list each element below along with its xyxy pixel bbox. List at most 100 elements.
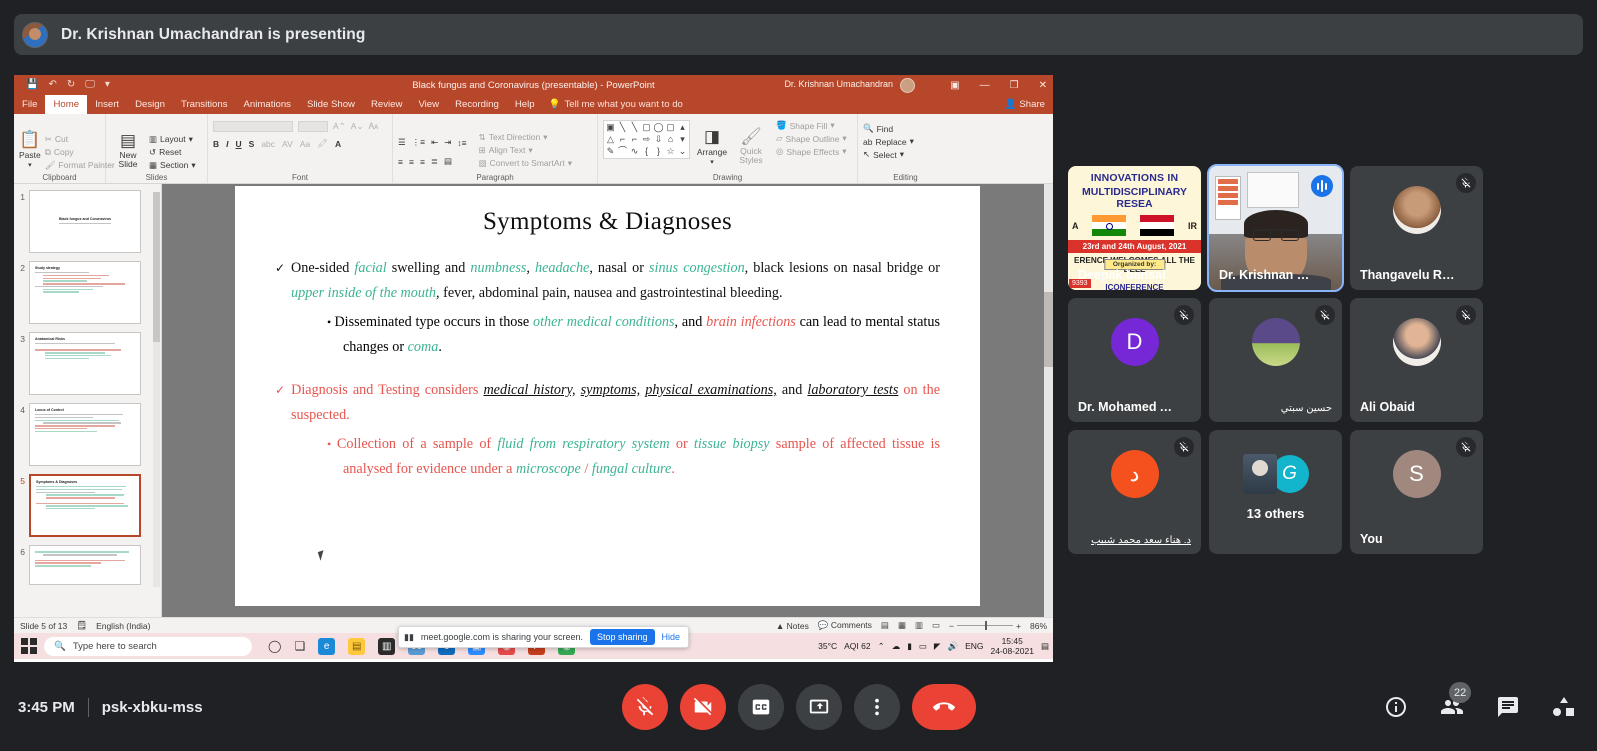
textbox-shape-icon[interactable]: ▣ — [605, 122, 616, 133]
reset-button[interactable]: ↺ Reset — [149, 147, 196, 158]
cortana-icon[interactable]: ◯ — [268, 639, 281, 653]
thumbnail-slide-5[interactable]: Symptoms & Diagnoses — [29, 474, 141, 537]
thumbnail-row-3[interactable]: 3 Anatomical Risks — [16, 332, 157, 395]
participant-tile-you[interactable]: S You — [1350, 430, 1483, 554]
notifications-icon[interactable]: ▤ — [1041, 641, 1049, 652]
zoom-level[interactable]: 86% — [1030, 621, 1047, 631]
cut-button[interactable]: ✂ Cut — [45, 134, 115, 145]
decrease-font-icon[interactable]: A⌄ — [351, 121, 364, 132]
shape-fill-button[interactable]: 🪣 Shape Fill ▾ — [776, 120, 847, 131]
convert-smartart-button[interactable]: ▧ Convert to SmartArt ▾ — [479, 158, 572, 169]
thumbnail-row-4[interactable]: 4 Locus of Control — [16, 403, 157, 466]
cloud-icon[interactable]: ☁ — [892, 641, 901, 652]
edge-icon[interactable]: e — [318, 637, 336, 655]
quick-access-toolbar[interactable]: 💾 ↶ ↻ 🖵 ▾ — [26, 80, 110, 90]
volume-icon[interactable]: 🔊 — [947, 641, 958, 652]
chevron-down-icon[interactable]: ▾ — [910, 136, 914, 147]
chevron-down-icon[interactable]: ▾ — [528, 145, 532, 156]
line-spacing-button[interactable]: ↕≡ — [457, 138, 466, 148]
thumbnail-row-2[interactable]: 2 Study strategy — [16, 261, 157, 324]
shared-screen-region[interactable]: 💾 ↶ ↻ 🖵 ▾ Black fungus and Coronavirus (… — [14, 75, 1053, 662]
activities-button[interactable] — [1551, 694, 1577, 720]
italic-button[interactable]: I — [226, 139, 228, 149]
select-button[interactable]: ↖ Select ▾ — [863, 149, 948, 160]
powerpoint-account-name[interactable]: Dr. Krishnan Umachandran — [784, 79, 893, 89]
triangle-shape-icon[interactable]: △ — [605, 134, 616, 145]
bold-button[interactable]: B — [213, 139, 219, 149]
thumbnail-row-6[interactable]: 6 — [16, 545, 157, 585]
scroll-down-icon[interactable]: ▾ — [677, 134, 688, 145]
chevron-down-icon[interactable]: ▾ — [191, 160, 195, 171]
format-painter-button[interactable]: 🖌 Format Painter — [45, 160, 115, 171]
chevron-down-icon[interactable]: ▾ — [900, 149, 904, 160]
justify-button[interactable]: ≣ — [431, 156, 438, 167]
replace-button[interactable]: ab Replace ▾ — [863, 136, 948, 147]
tab-design[interactable]: Design — [127, 95, 173, 114]
pentagon-shape-icon[interactable]: ⌂ — [665, 134, 676, 145]
camera-off-button[interactable] — [679, 684, 726, 730]
participants-button[interactable]: 22 — [1439, 682, 1472, 720]
thumbnail-row-5[interactable]: 5 Symptoms & Diagnoses — [16, 474, 157, 537]
participant-tile-krishnan-umachandran[interactable]: Dr. Krishnan Um... — [1207, 164, 1344, 292]
freeform-shape-icon[interactable]: ✎ — [605, 146, 616, 157]
battery-icon[interactable]: ▮ — [907, 641, 912, 652]
slide-show-icon[interactable]: ▭ — [932, 620, 940, 631]
tab-review[interactable]: Review — [363, 95, 410, 114]
thumbnail-slide-1[interactable]: Black fungus and Coronavirus — [29, 190, 141, 253]
thumbnail-slide-3[interactable]: Anatomical Risks — [29, 332, 141, 395]
character-spacing-button[interactable]: AV — [282, 139, 293, 149]
status-bar-right[interactable]: ▲ Notes 💬 Comments ▤ ▦ ▥ ▭ − + 86% — [776, 620, 1047, 631]
participant-tile-hanaa[interactable]: د د. هناء سعد محمد شبيب — [1068, 430, 1201, 554]
section-button[interactable]: ▦ Section ▾ — [149, 160, 196, 171]
chevron-down-icon[interactable]: ▾ — [842, 133, 846, 144]
shape-effects-button[interactable]: ◎ Shape Effects ▾ — [776, 146, 847, 157]
stop-sharing-button[interactable]: Stop sharing — [590, 629, 655, 645]
brace-left-shape-icon[interactable]: { — [641, 146, 652, 157]
copy-button[interactable]: ⧉ Copy — [45, 147, 115, 158]
present-icon[interactable]: 🖵 — [85, 80, 95, 90]
ribbon-tab-bar[interactable]: File Home Insert Design Transitions Anim… — [14, 95, 1053, 114]
thumbnail-scrollbar-thumb[interactable] — [153, 192, 160, 342]
font-size-select[interactable] — [298, 121, 328, 132]
bullets-button[interactable]: ☰ — [398, 137, 406, 148]
participant-tile-hussein[interactable]: حسين سبتي — [1209, 298, 1342, 422]
windows-start-button[interactable] — [21, 638, 37, 654]
slide-canvas-area[interactable]: Symptoms & Diagnoses ✓ One-sided facial … — [162, 184, 1053, 617]
increase-font-icon[interactable]: A⌃ — [333, 121, 346, 132]
chevron-down-icon[interactable]: ▾ — [568, 158, 572, 169]
taskbar-clock[interactable]: 15:45 24-08-2021 — [990, 636, 1033, 656]
tab-file[interactable]: File — [14, 95, 45, 114]
tab-slide-show[interactable]: Slide Show — [299, 95, 363, 114]
hide-toast-button[interactable]: Hide — [662, 632, 684, 642]
chat-button[interactable] — [1495, 694, 1521, 720]
file-explorer-icon[interactable]: ▤ — [348, 637, 366, 655]
participant-tile-ali-obaid[interactable]: Ali Obaid — [1350, 298, 1483, 422]
chevron-down-icon[interactable]: ▾ — [842, 146, 846, 157]
align-left-button[interactable]: ≡ — [398, 157, 403, 167]
numbering-button[interactable]: ⋮≡ — [412, 137, 425, 148]
shadow-button[interactable]: S — [249, 139, 255, 149]
language-indicator[interactable]: ENG — [965, 641, 983, 651]
reading-view-icon[interactable]: ▥ — [915, 620, 923, 631]
slide-scrollbar-thumb[interactable] — [1044, 292, 1053, 367]
chevron-down-icon[interactable]: ▾ — [28, 161, 32, 169]
tab-transitions[interactable]: Transitions — [173, 95, 236, 114]
participant-tile-mohamed-ash[interactable]: D Dr. Mohamed Ash... — [1068, 298, 1201, 422]
aqi-label[interactable]: AQI 62 — [844, 641, 870, 651]
chevron-down-icon[interactable]: ▾ — [189, 134, 193, 145]
find-button[interactable]: 🔍 Find — [863, 123, 948, 134]
shape-outline-button[interactable]: ▱ Shape Outline ▾ — [776, 133, 847, 144]
thumbnail-slide-2[interactable]: Study strategy — [29, 261, 141, 324]
minimize-icon[interactable]: — — [980, 80, 990, 91]
thumbnail-scrollbar[interactable] — [153, 192, 160, 587]
wifi-icon[interactable]: ◤ — [934, 641, 941, 652]
connector-shape-icon[interactable]: ⌐ — [629, 134, 640, 145]
meeting-details-button[interactable] — [1383, 694, 1409, 720]
columns-button[interactable]: ▤ — [444, 156, 452, 167]
increase-indent-button[interactable]: ⇥ — [444, 137, 451, 148]
notes-button[interactable]: ▲ Notes — [776, 621, 809, 631]
decrease-indent-button[interactable]: ⇤ — [431, 137, 438, 148]
tab-home[interactable]: Home — [45, 95, 88, 114]
weather-temp[interactable]: 35°C — [818, 641, 837, 651]
present-now-button[interactable] — [795, 684, 842, 730]
